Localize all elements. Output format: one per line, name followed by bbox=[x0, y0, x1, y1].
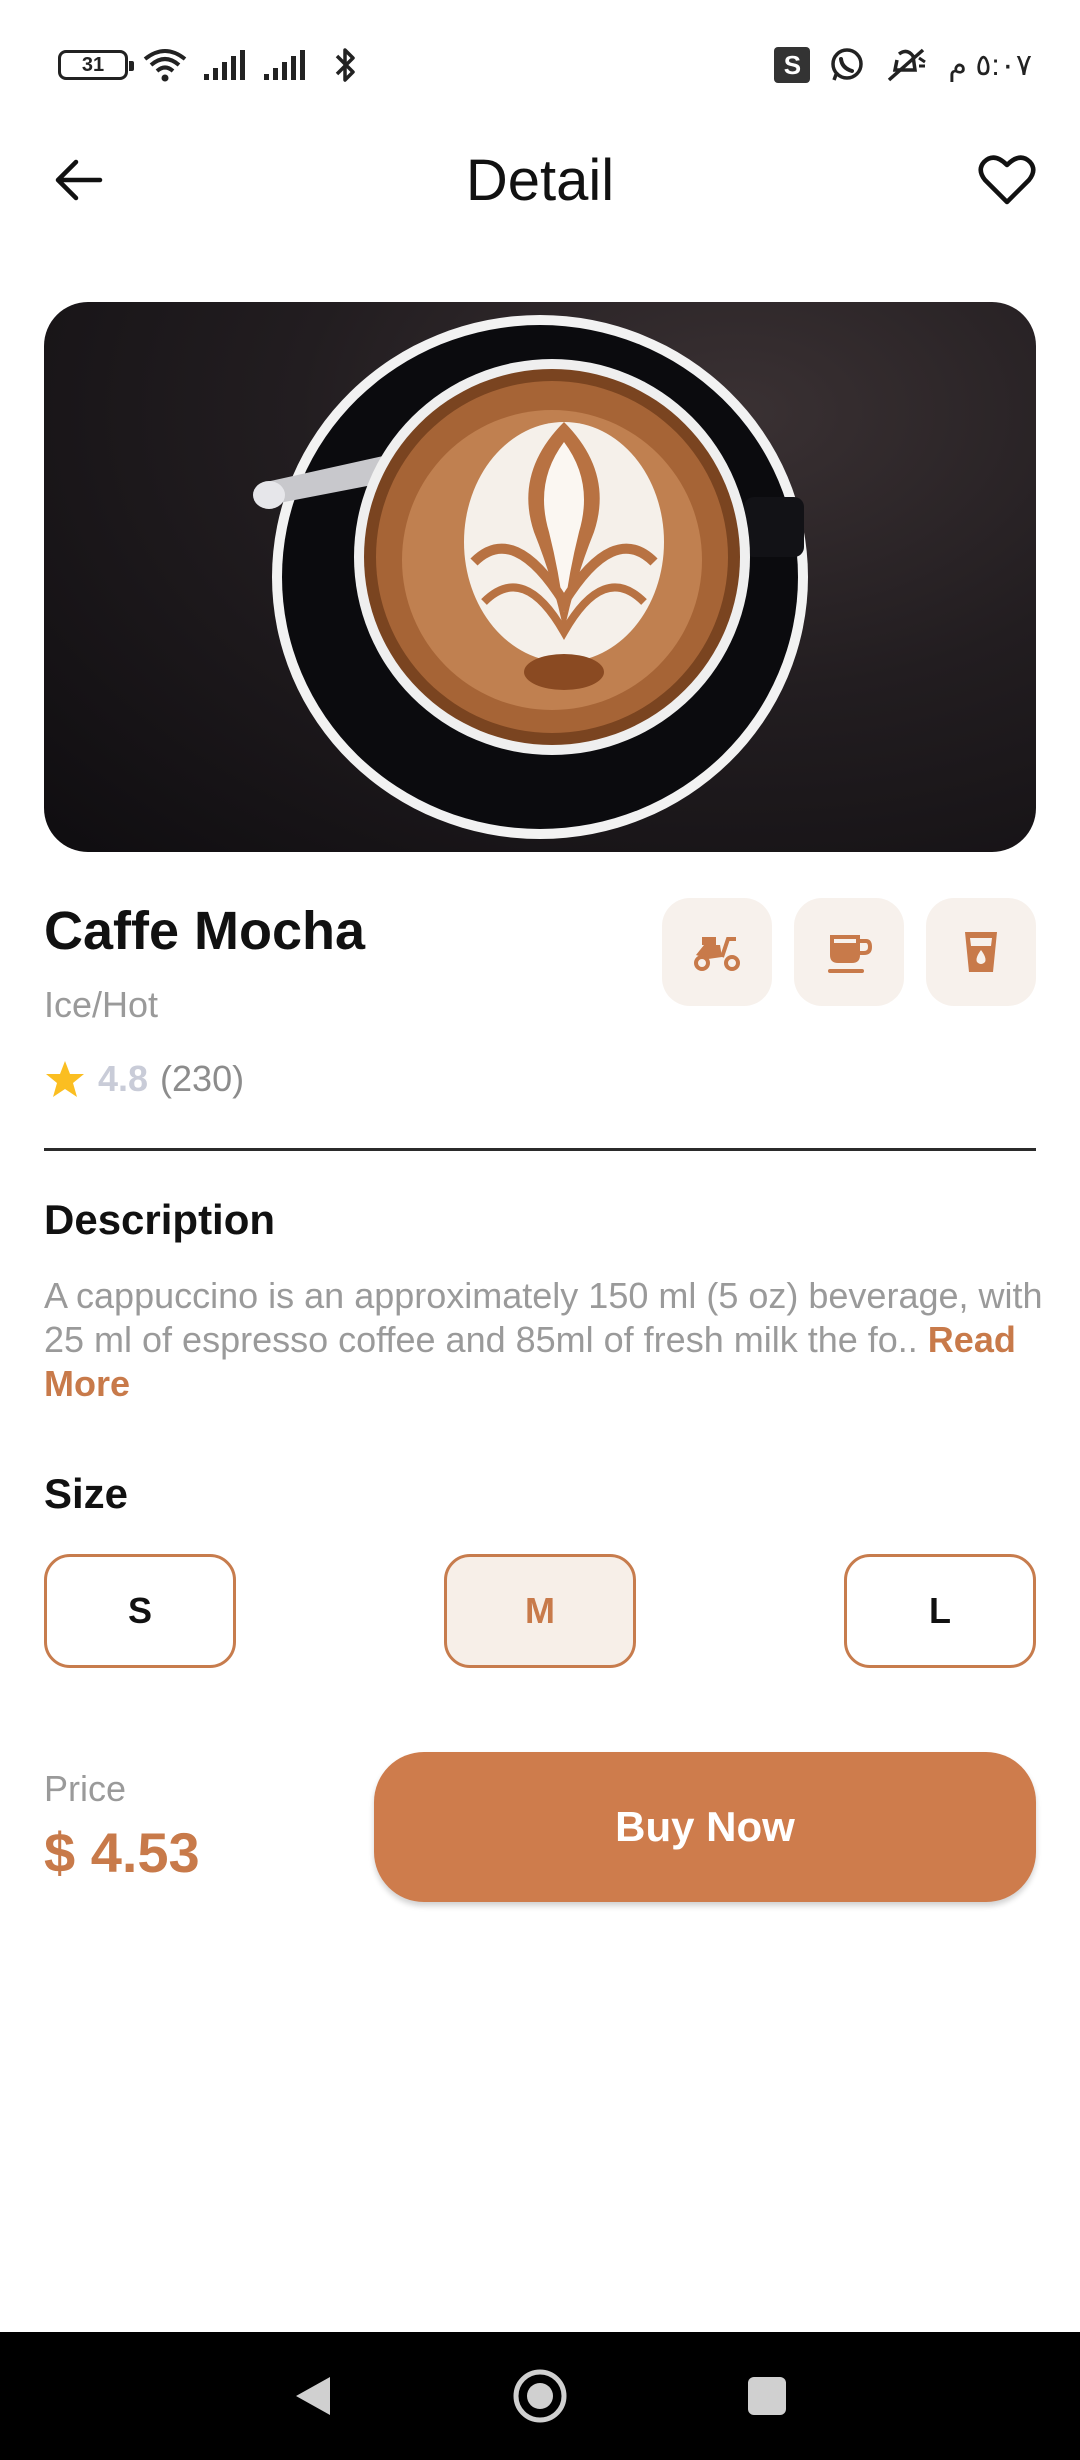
product-image bbox=[44, 302, 1036, 852]
nav-recents-icon bbox=[747, 2377, 786, 2415]
status-time: ٥:٠٧ م bbox=[948, 48, 1032, 82]
battery-icon: 31 bbox=[58, 50, 134, 80]
signal-icon bbox=[262, 45, 308, 85]
whatsapp-icon bbox=[824, 45, 870, 85]
battery-level: 31 bbox=[81, 53, 105, 76]
status-bar: 31 S ٥:٠٧ م bbox=[0, 0, 1080, 130]
nav-back-icon bbox=[296, 2377, 331, 2415]
milk-glass-icon bbox=[965, 932, 997, 972]
delivery-scooter-icon bbox=[694, 937, 740, 971]
system-nav-bar bbox=[0, 2332, 1080, 2460]
signal-icon bbox=[202, 45, 248, 85]
s-app-icon: S bbox=[774, 47, 811, 83]
arrow-left-icon bbox=[55, 159, 103, 201]
page-title: Detail bbox=[465, 147, 615, 213]
size-option-l[interactable]: L bbox=[844, 1554, 1036, 1668]
nav-home-icon bbox=[513, 2369, 567, 2423]
back-button[interactable] bbox=[44, 150, 114, 210]
coffee-cup-icon bbox=[828, 935, 872, 973]
size-option-s[interactable]: S bbox=[44, 1554, 236, 1668]
product-name: Caffe Mocha bbox=[44, 901, 366, 961]
description-title: Description bbox=[44, 1196, 276, 1243]
status-left: 31 bbox=[58, 45, 368, 85]
bluetooth-icon bbox=[322, 45, 368, 85]
status-right: S ٥:٠٧ م bbox=[774, 45, 1032, 85]
feature-milk bbox=[926, 898, 1036, 1006]
description-body: A cappuccino is an approximately 150 ml … bbox=[44, 1275, 1043, 1360]
favorite-button[interactable] bbox=[972, 148, 1042, 212]
rating-count: (230) bbox=[160, 1058, 245, 1099]
price-value: $ 4.53 bbox=[44, 1821, 200, 1884]
app-bar: Detail bbox=[0, 130, 1080, 230]
nav-recents-button[interactable] bbox=[727, 2356, 807, 2436]
price-label: Price bbox=[44, 1768, 127, 1809]
star-icon bbox=[46, 1061, 84, 1097]
size-option-m[interactable]: M bbox=[444, 1554, 636, 1668]
muted-icon bbox=[884, 45, 930, 85]
nav-back-button[interactable] bbox=[273, 2356, 353, 2436]
nav-home-button[interactable] bbox=[500, 2356, 580, 2436]
feature-delivery bbox=[662, 898, 772, 1006]
feature-coffee bbox=[794, 898, 904, 1006]
heart-outline-icon bbox=[978, 155, 1036, 205]
divider bbox=[44, 1148, 1036, 1151]
rating: 4.8 (230) bbox=[44, 1058, 244, 1100]
buy-now-button[interactable]: Buy Now bbox=[374, 1752, 1036, 1902]
wifi-icon bbox=[142, 45, 188, 85]
rating-value: 4.8 bbox=[98, 1058, 149, 1099]
product-subtitle: Ice/Hot bbox=[44, 984, 159, 1025]
feature-icons bbox=[662, 898, 1036, 1006]
description-text: A cappuccino is an approximately 150 ml … bbox=[44, 1274, 1044, 1406]
size-title: Size bbox=[44, 1470, 129, 1517]
detail-screen: 31 S ٥:٠٧ م Detail Caffe Mocha Ice/Hot 4… bbox=[0, 0, 1080, 2460]
